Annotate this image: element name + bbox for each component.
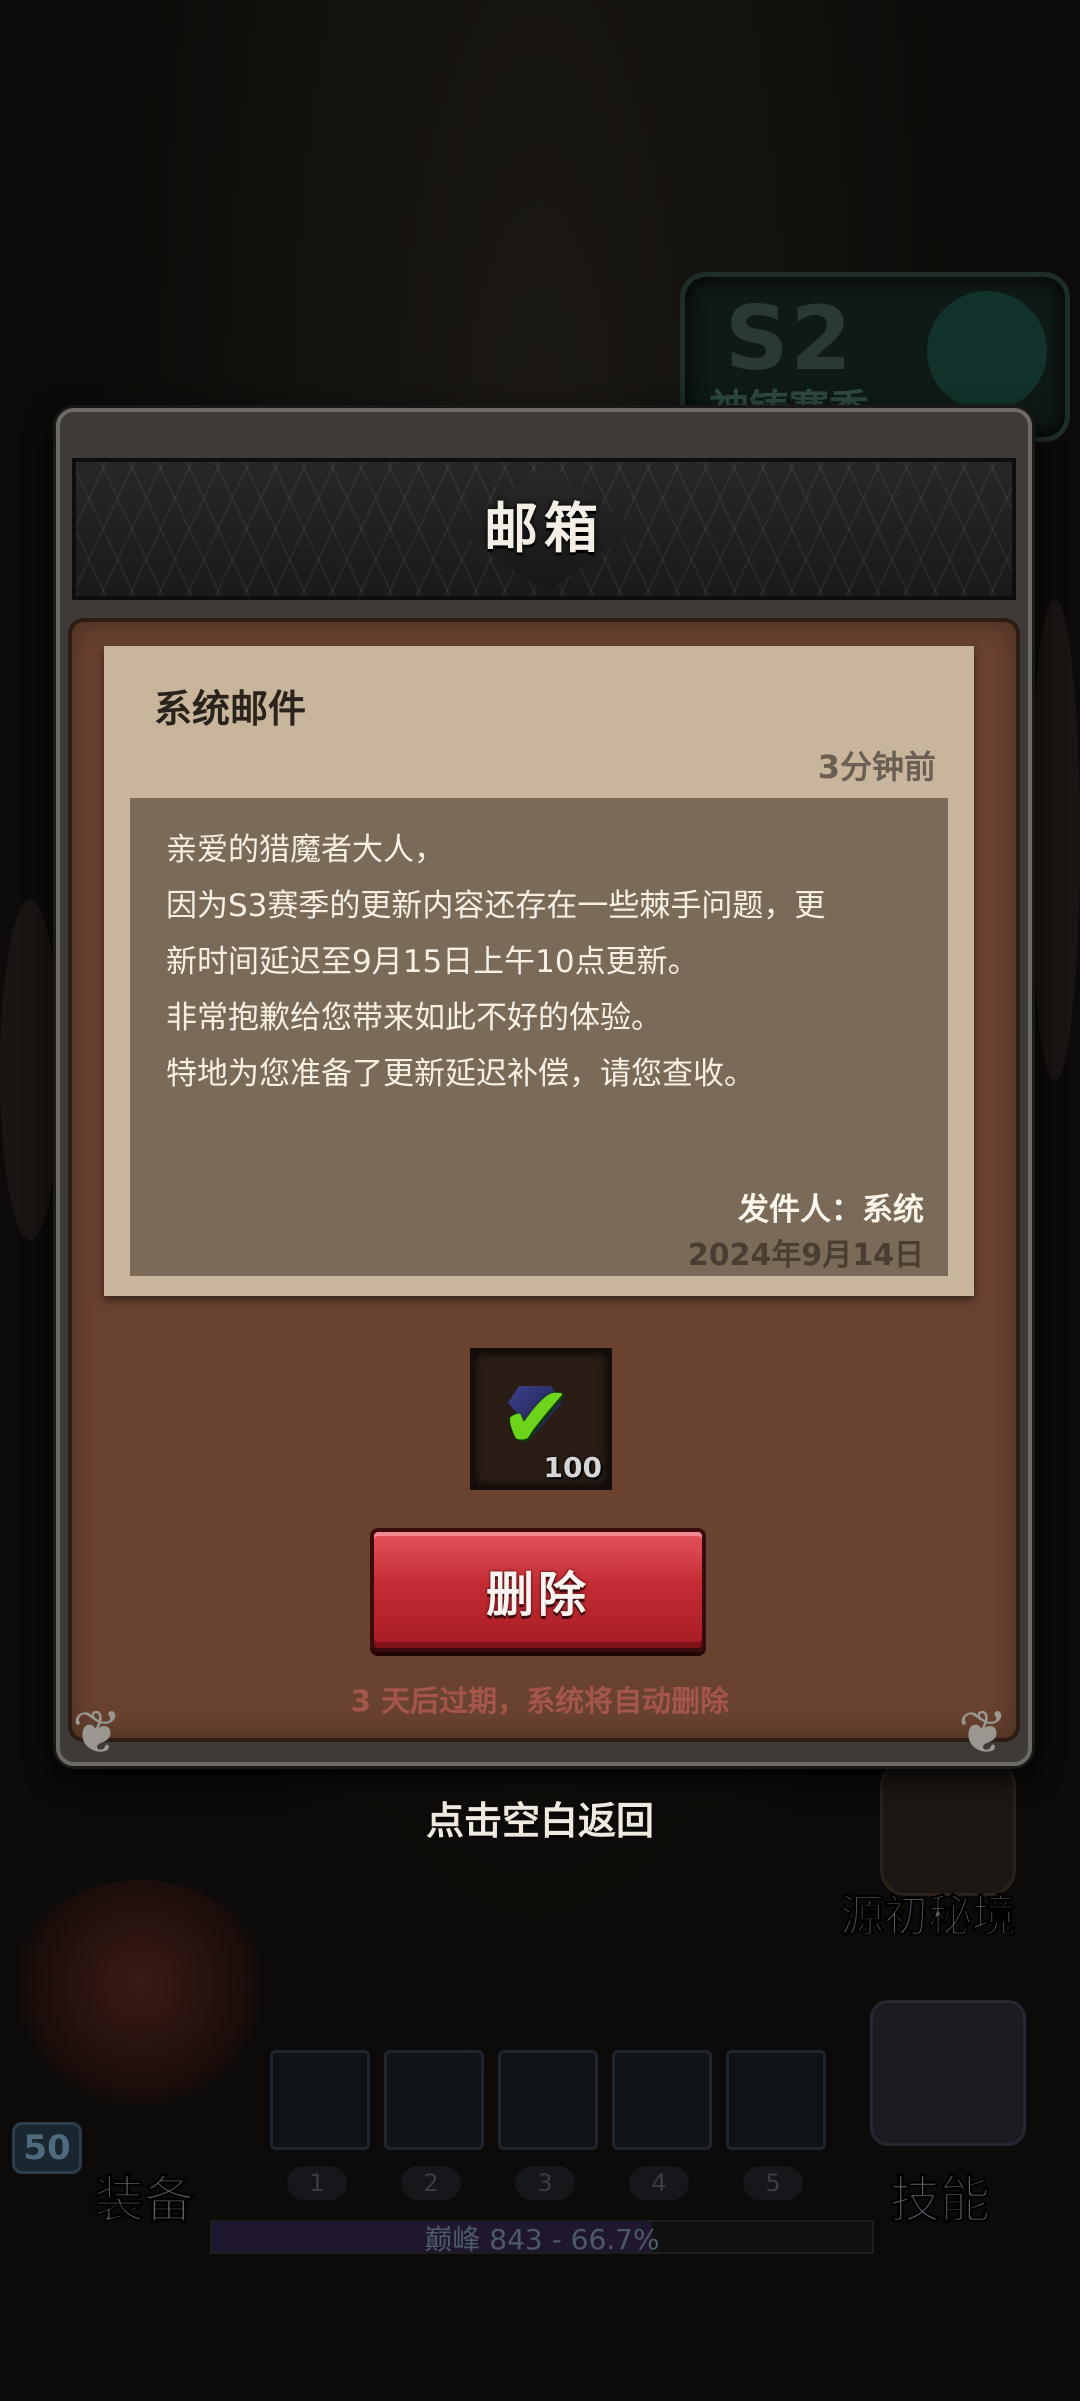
side-decoration [0,900,60,1240]
dialog-title: 邮箱 [484,497,604,560]
peak-progress-label: 巅峰 843 - 66.7% [424,2223,660,2256]
hero-avatar [10,1880,270,2110]
reward-item[interactable]: ✔ 100 [470,1348,612,1490]
mail-line: 非常抱歉给您带来如此不好的体验。 [166,1000,662,1036]
secret-realm-label: 源初秘境 [840,1891,1017,1943]
slot-number: 3 [515,2166,575,2200]
tap-blank-return-hint: 点击空白返回 [425,1799,654,1843]
reward-quantity: 100 [543,1451,602,1484]
mail-signer: 发件人：系统 [738,1192,924,1228]
expire-note: 3 天后过期，系统将自动删除 [350,1684,730,1718]
skill-book-icon [870,2000,1026,2146]
slot-number: 2 [401,2166,461,2200]
delete-button[interactable]: 删除 [370,1528,706,1652]
mail-sender-title: 系统邮件 [154,687,307,731]
mail-line: 特地为您准备了更新延迟补偿，请您查收。 [166,1056,755,1092]
skill-slot [270,2050,370,2150]
corner-ornament-icon: ❦ [957,1698,1009,1768]
skill-tab-label: 技能 [890,2171,991,2230]
mail-line: 亲爱的猎魔者大人， [166,832,445,868]
skill-slots [270,2050,830,2150]
equip-tab-label: 装备 [94,2171,195,2230]
slot-number: 5 [743,2166,803,2200]
mailbox-dialog: 邮箱 系统邮件 3分钟前 亲爱的猎魔者大人， 因为S3赛季的更新内容还存在一些棘… [56,408,1032,1768]
season-badge-number: S2 [725,287,854,390]
skill-slot [726,2050,826,2150]
skill-slot [612,2050,712,2150]
mail-line: 因为S3赛季的更新内容还存在一些棘手问题，更 [166,888,826,924]
skill-slot [384,2050,484,2150]
mail-line: 新时间延迟至9月15日上午10点更新。 [166,944,699,980]
slot-number: 1 [287,2166,347,2200]
mail-letter: 系统邮件 3分钟前 亲爱的猎魔者大人， 因为S3赛季的更新内容还存在一些棘手问题… [104,646,974,1296]
peak-progress-bar: 巅峰 843 - 66.7% [210,2220,874,2256]
side-decoration [1030,600,1080,1080]
corner-ornament-icon: ❦ [71,1698,123,1768]
slot-number: 4 [629,2166,689,2200]
secret-realm-entry: 源初秘境 [820,1760,1070,1943]
dialog-header: 邮箱 [72,458,1016,600]
skill-slot [498,2050,598,2150]
mail-content: 亲爱的猎魔者大人， 因为S3赛季的更新内容还存在一些棘手问题，更 新时间延迟至9… [130,798,948,1276]
mail-time-ago: 3分钟前 [817,748,936,786]
season-logo-icon [927,291,1047,411]
level-badge: 50 [12,2122,82,2174]
mail-date: 2024年9月14日 [687,1238,924,1273]
